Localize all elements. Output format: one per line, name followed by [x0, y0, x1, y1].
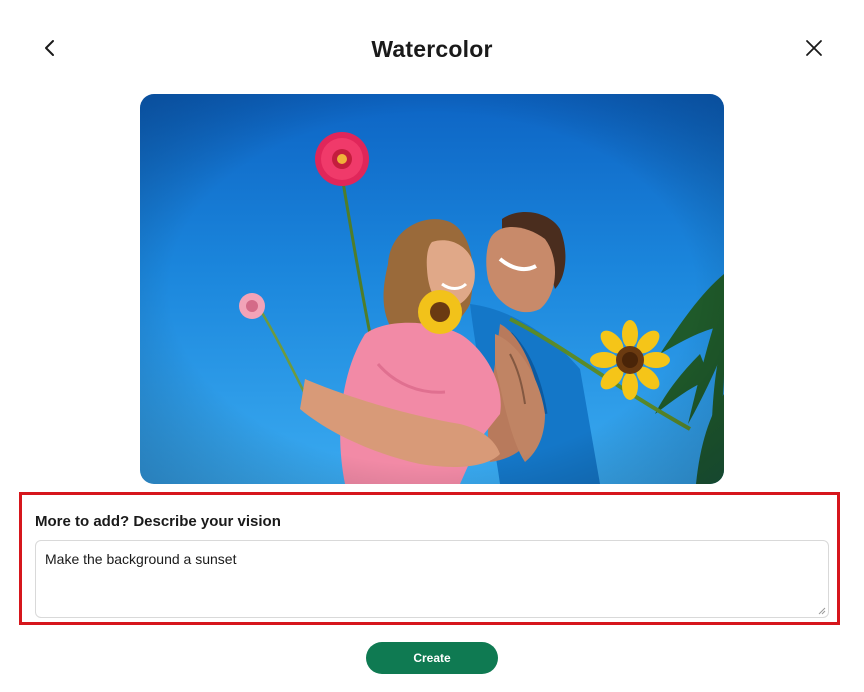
close-icon: [806, 40, 822, 56]
vision-textarea-value: Make the background a sunset: [45, 551, 237, 567]
prompt-label: More to add? Describe your vision: [35, 513, 281, 530]
resize-handle-icon[interactable]: [816, 605, 826, 615]
create-button[interactable]: Create: [366, 642, 498, 674]
close-button[interactable]: [800, 34, 828, 62]
vision-prompt-section: More to add? Describe your vision Make t…: [19, 492, 840, 625]
dialog-title: Watercolor: [371, 36, 493, 62]
preview-image: [140, 94, 724, 484]
watercolor-dialog: Watercolor More to add? Describe your vi…: [0, 0, 864, 692]
vision-textarea[interactable]: Make the background a sunset: [35, 540, 829, 618]
